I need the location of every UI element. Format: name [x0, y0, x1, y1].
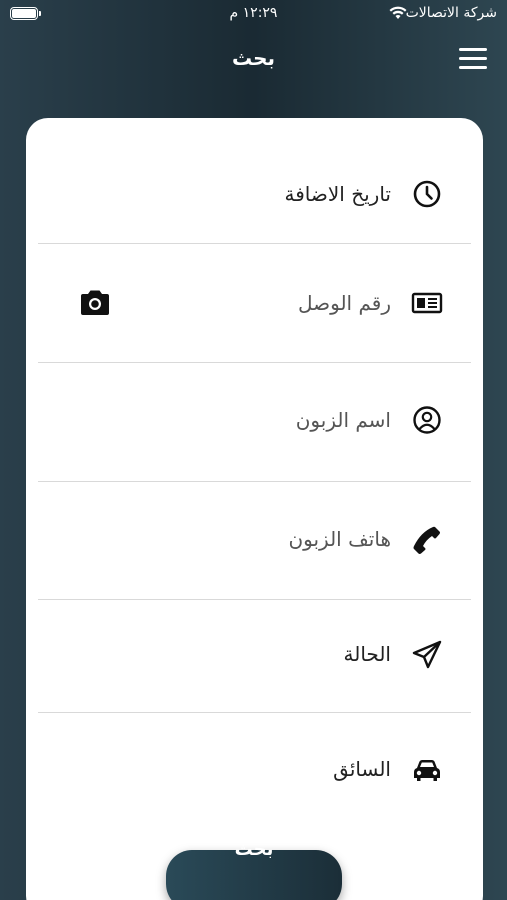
field-customer-phone-label: هاتف الزبون [288, 527, 391, 551]
field-receipt-number[interactable]: رقم الوصل [38, 245, 471, 363]
field-driver[interactable]: السائق [38, 713, 471, 831]
car-icon [414, 760, 440, 781]
app-header: بحث [0, 30, 507, 92]
search-button-label: بحث [234, 839, 274, 860]
field-status[interactable]: الحالة [38, 600, 471, 713]
field-customer-name-label: اسم الزبون [295, 408, 391, 432]
field-customer-name[interactable]: اسم الزبون [38, 364, 471, 482]
clock-icon [413, 180, 441, 208]
field-receipt-number-label: رقم الوصل [298, 291, 391, 315]
user-circle-icon [413, 406, 441, 434]
phone-icon [413, 526, 440, 554]
field-date-added-label: تاريخ الاضافة [284, 182, 391, 206]
field-status-label: الحالة [343, 642, 391, 666]
search-form-card: تاريخ الاضافة رقم الوصل اسم الزبون هاتف … [26, 118, 483, 900]
page-title: بحث [231, 46, 276, 70]
carrier-name: شركة الاتصالات [405, 5, 497, 21]
field-driver-label: السائق [333, 757, 391, 781]
search-button[interactable]: بحث [166, 839, 342, 900]
field-date-added[interactable]: تاريخ الاضافة [38, 126, 471, 244]
camera-icon[interactable] [78, 288, 112, 318]
paper-plane-icon [412, 640, 442, 669]
menu-icon[interactable] [459, 48, 487, 70]
wifi-icon [389, 6, 407, 19]
receipt-card-icon [411, 292, 443, 314]
field-customer-phone[interactable]: هاتف الزبون [38, 482, 471, 600]
status-bar: ١٢:٢٩ م شركة الاتصالات [0, 0, 507, 30]
